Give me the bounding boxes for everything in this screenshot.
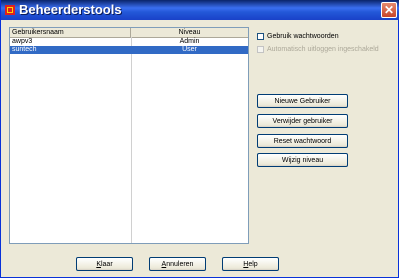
title-bar[interactable]: Beheerderstools ✕: [1, 0, 399, 20]
table-row-selected[interactable]: suntech User: [10, 46, 248, 54]
column-divider: [131, 37, 132, 243]
cell-level: User: [182, 46, 197, 53]
column-header-username[interactable]: Gebruikersnaam: [10, 28, 131, 37]
table-row[interactable]: awpv3 Admin: [10, 38, 248, 46]
change-level-button[interactable]: Wijzig niveau: [257, 153, 348, 167]
cancel-label-rest: nnuleren: [166, 260, 194, 268]
auto-logout-label: Automatisch uitloggen ingeschakeld: [267, 46, 379, 53]
cell-username: awpv3: [12, 38, 33, 45]
reset-password-button[interactable]: Reset wachtwoord: [257, 134, 348, 148]
admin-tools-window: Beheerderstools ✕ Gebruikersnaam Niveau …: [0, 0, 399, 278]
new-user-button[interactable]: Nieuwe Gebruiker: [257, 94, 348, 108]
ok-label-rest: laar: [100, 260, 113, 268]
app-icon: [5, 5, 15, 15]
column-header-level[interactable]: Niveau: [131, 28, 248, 37]
grid-header: Gebruikersnaam Niveau: [10, 28, 248, 38]
use-passwords-checkbox[interactable]: [257, 33, 264, 40]
cell-level: Admin: [179, 38, 200, 45]
use-passwords-label[interactable]: Gebruik wachtwoorden: [267, 33, 339, 41]
ok-button[interactable]: Klaar: [76, 257, 133, 271]
window-title: Beheerderstools: [19, 2, 122, 17]
cancel-button[interactable]: Annuleren: [149, 257, 206, 271]
user-grid[interactable]: Gebruikersnaam Niveau awpv3 Admin suntec…: [9, 27, 249, 244]
close-icon[interactable]: ✕: [381, 2, 397, 18]
auto-logout-checkbox[interactable]: [257, 46, 264, 53]
delete-user-button[interactable]: Verwijder gebruiker: [257, 114, 348, 128]
cell-username: suntech: [12, 46, 37, 53]
help-label-rest: elp: [248, 260, 258, 268]
help-button[interactable]: Help: [222, 257, 279, 271]
